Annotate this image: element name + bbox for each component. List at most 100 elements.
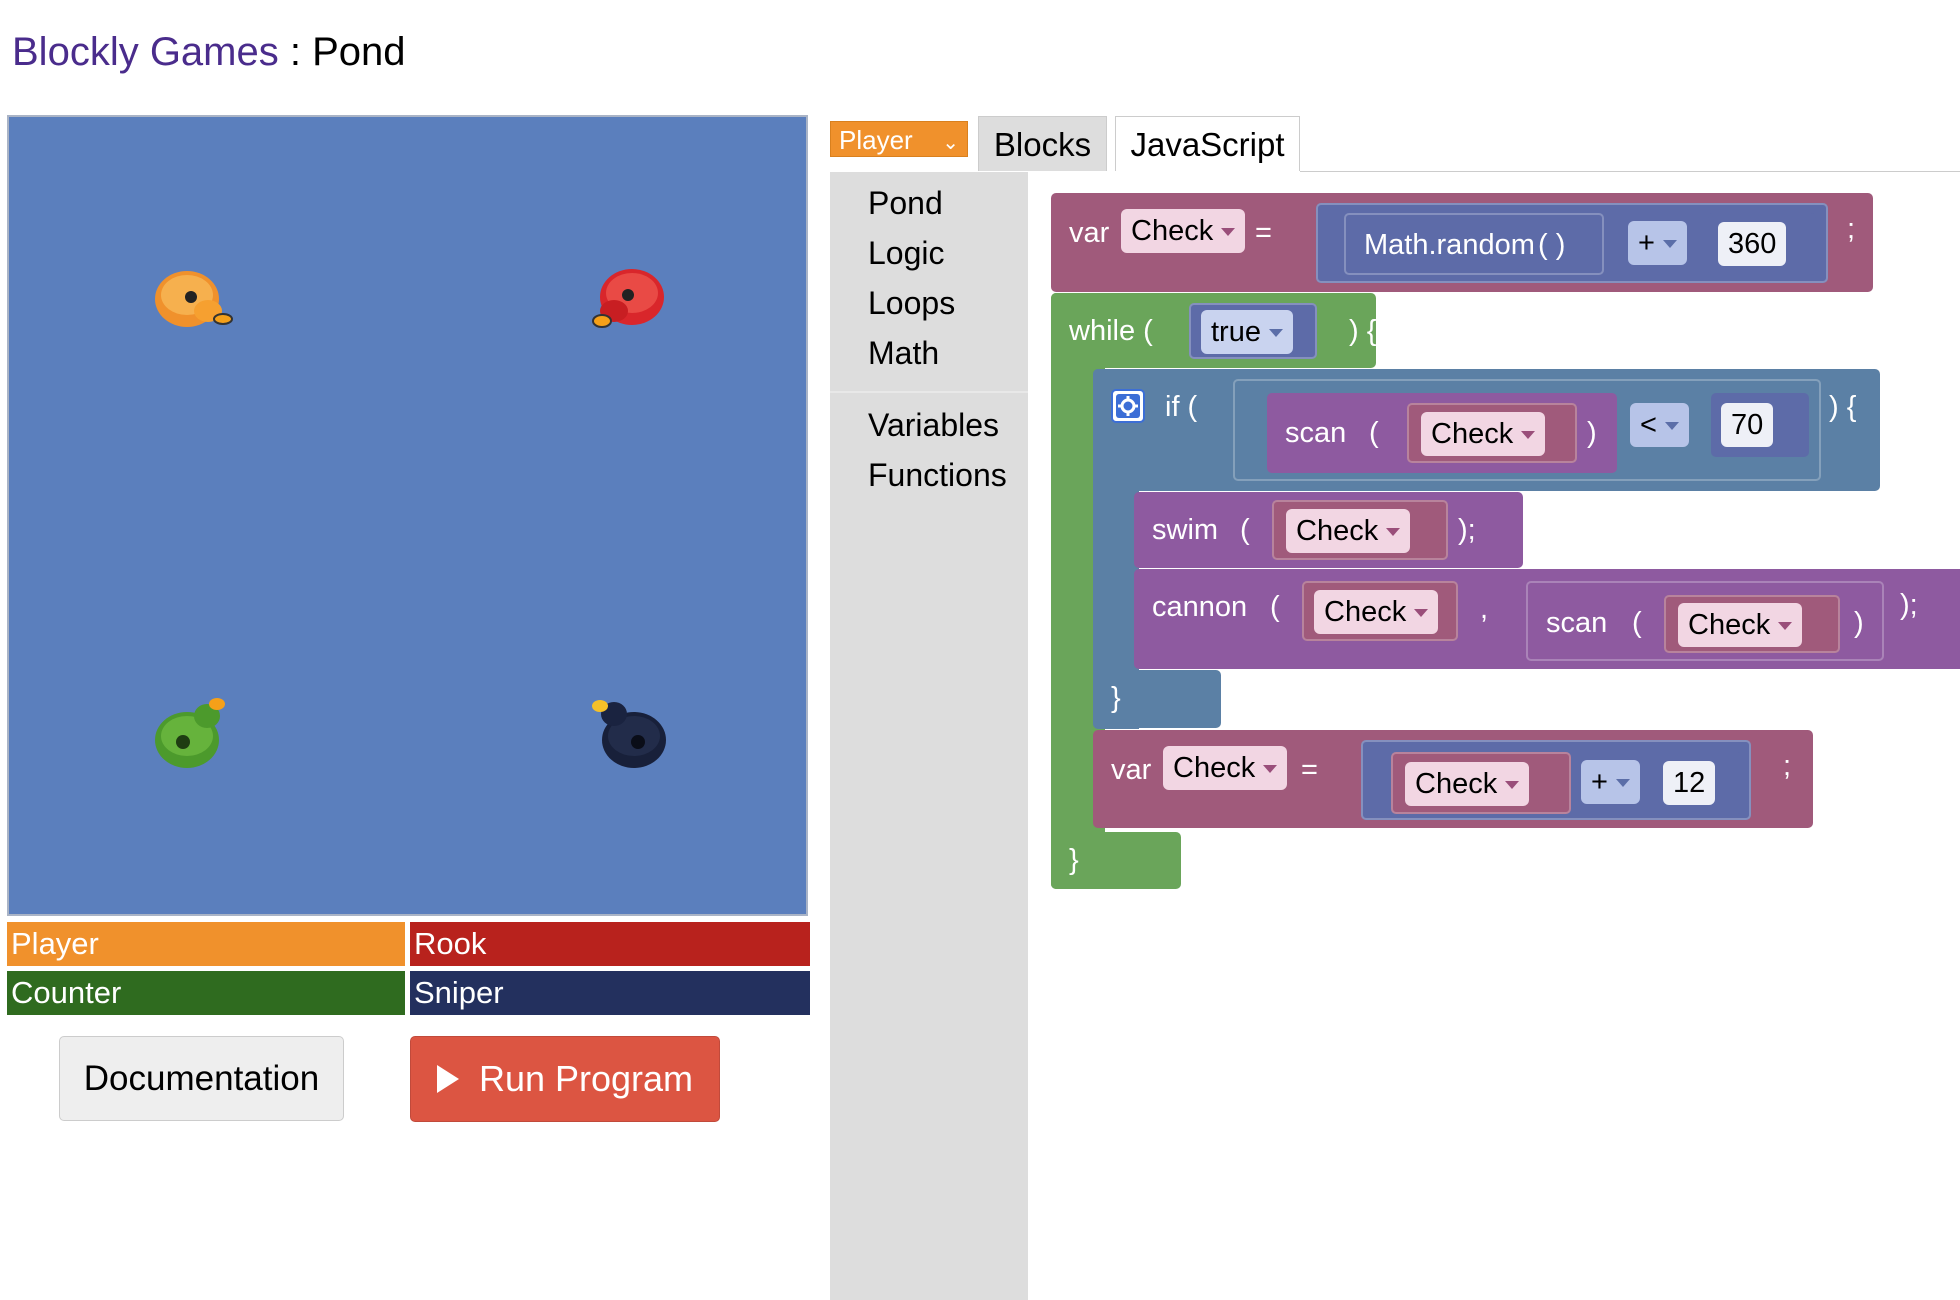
comparison-operator-dropdown[interactable]: < xyxy=(1630,403,1689,447)
level-name: Pond xyxy=(312,30,406,74)
operator-symbol: + xyxy=(1591,766,1608,798)
if-open-brace: ) { xyxy=(1829,391,1857,423)
chevron-down-icon xyxy=(1664,422,1679,431)
sniper-duck-icon xyxy=(592,700,666,768)
toolbox-category-variables[interactable]: Variables xyxy=(868,407,999,444)
chevron-down-icon xyxy=(1778,622,1793,631)
swim-block[interactable]: swim ( Check ); xyxy=(1134,492,1523,568)
equals-sign: = xyxy=(1255,217,1272,249)
number-field[interactable]: 12 xyxy=(1663,761,1716,805)
number-field[interactable]: 70 xyxy=(1721,403,1774,447)
boolean-value: true xyxy=(1211,316,1261,348)
scan-close-paren: ) xyxy=(1854,607,1864,639)
number-field[interactable]: 360 xyxy=(1718,222,1787,266)
variable-get-block[interactable]: Check xyxy=(1664,595,1840,653)
cannon-close: ); xyxy=(1900,589,1918,621)
var-declaration-block[interactable]: var Check = Math.random ( ) + 360 ; xyxy=(1051,193,1873,292)
swim-open-paren: ( xyxy=(1240,514,1250,546)
toolbox-category-math[interactable]: Math xyxy=(868,335,939,372)
documentation-button[interactable]: Documentation xyxy=(59,1036,344,1121)
var-keyword: var xyxy=(1069,217,1110,249)
toolbox-category-logic[interactable]: Logic xyxy=(868,235,945,272)
scan-function: scan xyxy=(1285,417,1347,449)
while-block[interactable]: while ( true ) { xyxy=(1051,293,1376,368)
chevron-down-icon: ⌄ xyxy=(942,132,959,154)
tab-javascript[interactable]: JavaScript xyxy=(1115,116,1300,171)
semicolon: ; xyxy=(1783,750,1792,782)
if-block[interactable]: if ( scan ( Check ) < 70 ) { xyxy=(1093,369,1880,491)
variable-dropdown[interactable]: Check xyxy=(1405,762,1530,806)
comparison-block[interactable]: scan ( Check ) < 70 xyxy=(1233,379,1821,481)
while-keyword: while ( xyxy=(1069,315,1153,347)
number-block[interactable]: 12 xyxy=(1653,752,1743,814)
variable-get-block[interactable]: Check xyxy=(1391,752,1571,814)
run-program-label: Run Program xyxy=(478,1058,694,1099)
player-label-rook: Rook xyxy=(410,922,810,966)
semicolon: ; xyxy=(1847,213,1856,245)
variable-get-block[interactable]: Check xyxy=(1302,581,1458,641)
scan-block[interactable]: scan ( Check ) xyxy=(1526,581,1884,661)
variable-dropdown[interactable]: Check xyxy=(1163,746,1288,790)
if-close-brace: } xyxy=(1111,682,1121,714)
arithmetic-block[interactable]: Check + 12 xyxy=(1361,740,1751,820)
brand-link[interactable]: Blockly Games xyxy=(12,30,279,74)
number-block[interactable]: 360 xyxy=(1708,213,1816,275)
variable-name: Check xyxy=(1324,596,1407,628)
math-random-block[interactable]: Math.random ( ) xyxy=(1344,213,1604,275)
variable-name: Check xyxy=(1296,515,1379,547)
variable-name: Check xyxy=(1688,609,1771,641)
boolean-block[interactable]: true xyxy=(1189,303,1317,359)
cannon-function: cannon xyxy=(1152,591,1248,623)
empty-parens: ( ) xyxy=(1538,229,1566,261)
math-random-label: Math.random xyxy=(1364,229,1535,261)
play-icon xyxy=(436,1065,459,1093)
operator-dropdown[interactable]: + xyxy=(1628,221,1687,265)
operator-dropdown[interactable]: + xyxy=(1581,760,1640,804)
toolbox-category-functions[interactable]: Functions xyxy=(868,457,1007,494)
tab-blocks[interactable]: Blocks xyxy=(978,116,1107,171)
blocks-workspace[interactable]: var Check = Math.random ( ) + 360 ; whil… xyxy=(1028,172,1960,1300)
scan-block[interactable]: scan ( Check ) xyxy=(1267,393,1617,473)
variable-dropdown[interactable]: Check xyxy=(1678,603,1803,647)
toolbox-separator xyxy=(830,391,1028,393)
player-duck-icon xyxy=(155,271,233,327)
variable-name: Check xyxy=(1173,752,1256,784)
player-select[interactable]: Player ⌄ xyxy=(830,121,968,157)
player-label-sniper: Sniper xyxy=(410,971,810,1015)
run-program-button[interactable]: Run Program xyxy=(410,1036,720,1122)
player-label-counter: Counter xyxy=(7,971,405,1015)
chevron-down-icon xyxy=(1521,431,1536,440)
page-title: Blockly Games : Pond xyxy=(12,30,406,75)
variable-dropdown[interactable]: Check xyxy=(1421,412,1546,456)
cannon-open-paren: ( xyxy=(1270,591,1280,623)
cannon-block[interactable]: cannon ( Check , scan ( Check ) ); xyxy=(1134,569,1960,669)
variable-get-block[interactable]: Check xyxy=(1407,403,1577,463)
chevron-down-icon xyxy=(1662,240,1677,249)
while-block-end: } xyxy=(1051,832,1181,889)
chevron-down-icon xyxy=(1263,765,1278,774)
while-open-brace: ) { xyxy=(1349,315,1377,347)
variable-get-block[interactable]: Check xyxy=(1272,500,1448,560)
chevron-down-icon xyxy=(1221,228,1236,237)
boolean-dropdown[interactable]: true xyxy=(1201,310,1293,354)
arithmetic-block[interactable]: Math.random ( ) + 360 xyxy=(1316,203,1828,283)
player-select-value: Player xyxy=(839,125,913,155)
toolbox-category-pond[interactable]: Pond xyxy=(868,185,943,222)
scan-open-paren: ( xyxy=(1369,417,1379,449)
var-assignment-block[interactable]: var Check = Check + 12 ; xyxy=(1093,730,1813,828)
variable-dropdown[interactable]: Check xyxy=(1121,209,1246,253)
title-separator: : xyxy=(278,30,313,74)
chevron-down-icon xyxy=(1414,609,1429,618)
rook-duck-icon xyxy=(592,269,664,328)
gear-icon[interactable] xyxy=(1111,389,1145,423)
counter-duck-icon xyxy=(155,698,225,768)
scan-close-paren: ) xyxy=(1587,417,1597,449)
scan-open-paren: ( xyxy=(1632,607,1642,639)
variable-dropdown[interactable]: Check xyxy=(1286,509,1411,553)
operator-symbol: + xyxy=(1638,227,1655,259)
var-keyword: var xyxy=(1111,754,1152,786)
variable-dropdown[interactable]: Check xyxy=(1314,590,1439,634)
toolbox-category-loops[interactable]: Loops xyxy=(868,285,955,322)
variable-name: Check xyxy=(1131,215,1214,247)
number-block[interactable]: 70 xyxy=(1711,393,1809,457)
